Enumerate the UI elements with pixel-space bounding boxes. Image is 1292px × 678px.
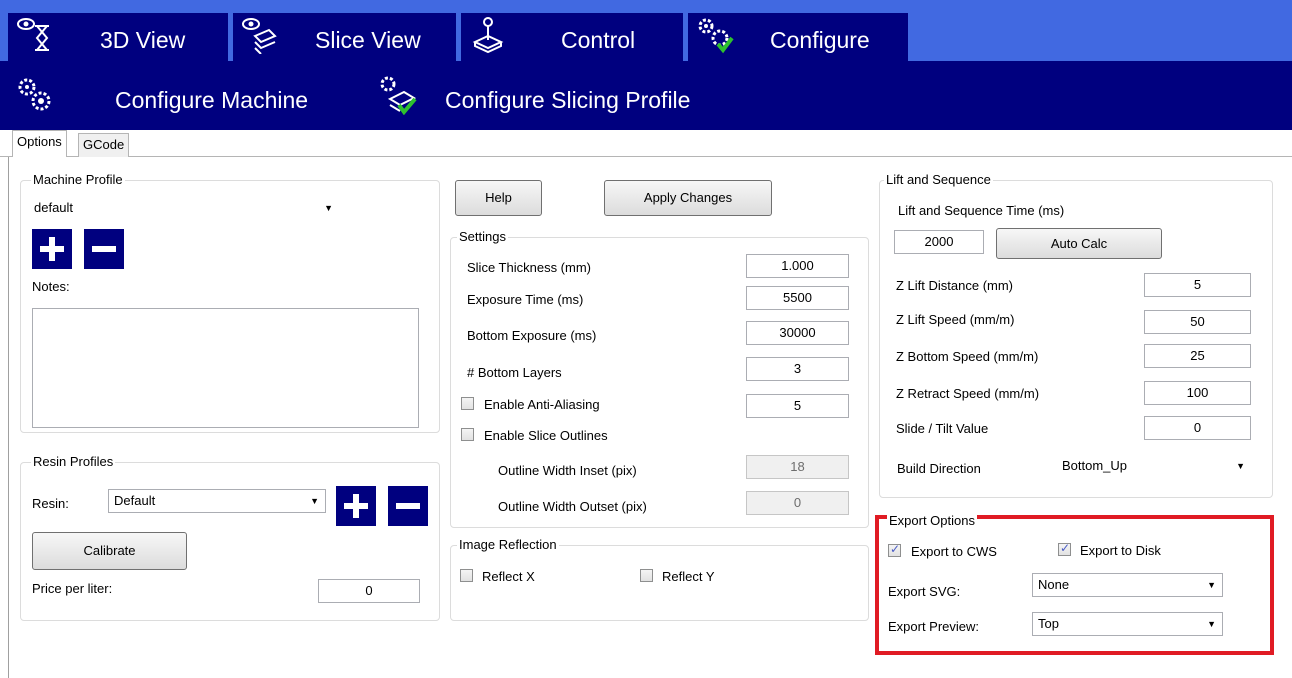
slice-thickness-input[interactable]: 1.000	[746, 254, 849, 278]
price-per-liter-label: Price per liter:	[32, 581, 113, 596]
configure-slicing-profile-link[interactable]: Configure Slicing Profile	[445, 87, 690, 114]
tab-gcode[interactable]: GCode	[78, 133, 130, 157]
z-bottom-speed-input[interactable]: 25	[1144, 344, 1251, 368]
export-preview-label: Export Preview:	[888, 619, 980, 634]
main-navigation-bar: 3D View Slice View Control Configure	[0, 0, 1292, 61]
machine-profile-select[interactable]: default ▼	[28, 196, 340, 220]
outline-inset-label: Outline Width Inset (pix)	[498, 463, 637, 478]
add-machine-profile-button[interactable]	[32, 229, 72, 269]
lift-sequence-time-input[interactable]: 2000	[894, 230, 984, 254]
export-disk-checkbox[interactable]	[1058, 541, 1071, 556]
image-reflection-title: Image Reflection	[457, 537, 559, 552]
apply-changes-button[interactable]: Apply Changes	[604, 180, 772, 216]
price-per-liter-input[interactable]: 0	[318, 579, 420, 603]
export-preview-value: Top	[1038, 616, 1059, 631]
bottom-exposure-input[interactable]: 30000	[746, 321, 849, 345]
tab-3d-view-label: 3D View	[100, 27, 186, 53]
machine-profile-value: default	[34, 200, 74, 215]
anti-aliasing-input[interactable]: 5	[746, 394, 849, 418]
resin-profiles-title: Resin Profiles	[31, 454, 116, 469]
outline-inset-input[interactable]: 18	[746, 455, 849, 479]
settings-group: Settings	[450, 229, 869, 528]
lift-and-sequence-title: Lift and Sequence	[884, 172, 993, 187]
notes-label: Notes:	[32, 279, 70, 294]
z-bottom-speed-label: Z Bottom Speed (mm/m)	[896, 349, 1039, 364]
gears-icon	[18, 78, 51, 111]
tab-control[interactable]: Control	[461, 13, 683, 61]
slide-tilt-label: Slide / Tilt Value	[896, 421, 989, 436]
outline-outset-label: Outline Width Outset (pix)	[498, 499, 647, 514]
settings-title: Settings	[457, 229, 508, 244]
anti-aliasing-checkbox[interactable]	[461, 397, 474, 410]
minus-icon	[92, 246, 116, 252]
tab-slice-view-label: Slice View	[315, 27, 421, 53]
help-button[interactable]: Help	[455, 180, 542, 216]
tab-3d-view[interactable]: 3D View	[8, 13, 228, 61]
z-retract-speed-label: Z Retract Speed (mm/m)	[896, 386, 1040, 401]
export-svg-label: Export SVG:	[888, 584, 961, 599]
z-lift-distance-label: Z Lift Distance (mm)	[896, 278, 1014, 293]
tab-slice-view[interactable]: Slice View	[233, 13, 456, 61]
build-direction-value: Bottom_Up	[1062, 458, 1128, 473]
export-cws-label: Export to CWS	[911, 544, 997, 559]
z-retract-speed-input[interactable]: 100	[1144, 381, 1251, 405]
calibrate-button[interactable]: Calibrate	[32, 532, 187, 570]
resin-label: Resin:	[32, 496, 69, 511]
machine-profile-title: Machine Profile	[31, 172, 125, 187]
eye-layers-icon	[242, 18, 277, 54]
export-disk-label: Export to Disk	[1080, 543, 1161, 558]
slice-thickness-label: Slice Thickness (mm)	[467, 260, 592, 275]
joystick-icon	[472, 17, 504, 54]
reflect-y-checkbox[interactable]	[640, 569, 653, 582]
notes-textarea[interactable]	[32, 308, 419, 428]
reflect-x-label: Reflect X	[482, 569, 535, 584]
anti-aliasing-label: Enable Anti-Aliasing	[484, 397, 600, 412]
resin-select[interactable]: Default ▼	[108, 489, 326, 513]
chevron-down-icon: ▼	[324, 203, 333, 213]
slice-outlines-label: Enable Slice Outlines	[484, 428, 608, 443]
panel-left-border	[8, 157, 9, 678]
configure-machine-link[interactable]: Configure Machine	[115, 87, 308, 114]
exposure-time-input[interactable]: 5500	[746, 286, 849, 310]
slide-tilt-input[interactable]: 0	[1144, 416, 1251, 440]
minus-icon	[396, 503, 420, 509]
z-lift-distance-input[interactable]: 5	[1144, 273, 1251, 297]
chevron-down-icon: ▼	[1207, 580, 1216, 590]
export-preview-select[interactable]: Top ▼	[1032, 612, 1223, 636]
chevron-down-icon: ▼	[1207, 619, 1216, 629]
z-lift-speed-input[interactable]: 50	[1144, 310, 1251, 334]
chevron-down-icon: ▼	[310, 496, 319, 506]
remove-machine-profile-button[interactable]	[84, 229, 124, 269]
eye-hourglass-icon	[17, 18, 49, 51]
gear-layers-check-icon	[380, 76, 417, 115]
z-lift-speed-label: Z Lift Speed (mm/m)	[896, 312, 1015, 327]
bottom-layers-input[interactable]: 3	[746, 357, 849, 381]
export-svg-select[interactable]: None ▼	[1032, 573, 1223, 597]
resin-value: Default	[114, 493, 156, 508]
build-direction-select[interactable]: Bottom_Up ▼	[1052, 454, 1252, 478]
outline-outset-input[interactable]: 0	[746, 491, 849, 515]
export-cws-checkbox[interactable]	[888, 542, 901, 557]
tab-control-label: Control	[561, 27, 636, 53]
lift-sequence-time-label: Lift and Sequence Time (ms)	[898, 203, 1065, 218]
bottom-exposure-label: Bottom Exposure (ms)	[467, 328, 597, 343]
build-direction-label: Build Direction	[897, 461, 981, 476]
reflect-x-checkbox[interactable]	[460, 569, 473, 582]
remove-resin-button[interactable]	[388, 486, 428, 526]
bottom-layers-label: # Bottom Layers	[467, 365, 562, 380]
configure-subnavigation: Configure Machine Configure Slicing Prof…	[0, 61, 1292, 130]
tab-options[interactable]: Options	[12, 130, 67, 157]
auto-calc-button[interactable]: Auto Calc	[996, 228, 1162, 259]
add-resin-button[interactable]	[336, 486, 376, 526]
export-options-title: Export Options	[887, 513, 977, 528]
tab-configure-label: Configure	[770, 27, 870, 53]
slice-outlines-checkbox[interactable]	[461, 428, 474, 441]
reflect-y-label: Reflect Y	[662, 569, 715, 584]
exposure-time-label: Exposure Time (ms)	[467, 292, 584, 307]
export-svg-value: None	[1038, 577, 1070, 592]
tab-configure[interactable]: Configure	[688, 13, 908, 61]
gears-check-icon	[698, 18, 734, 54]
chevron-down-icon: ▼	[1236, 461, 1245, 471]
options-tab-strip: Options GCode	[0, 130, 1292, 157]
